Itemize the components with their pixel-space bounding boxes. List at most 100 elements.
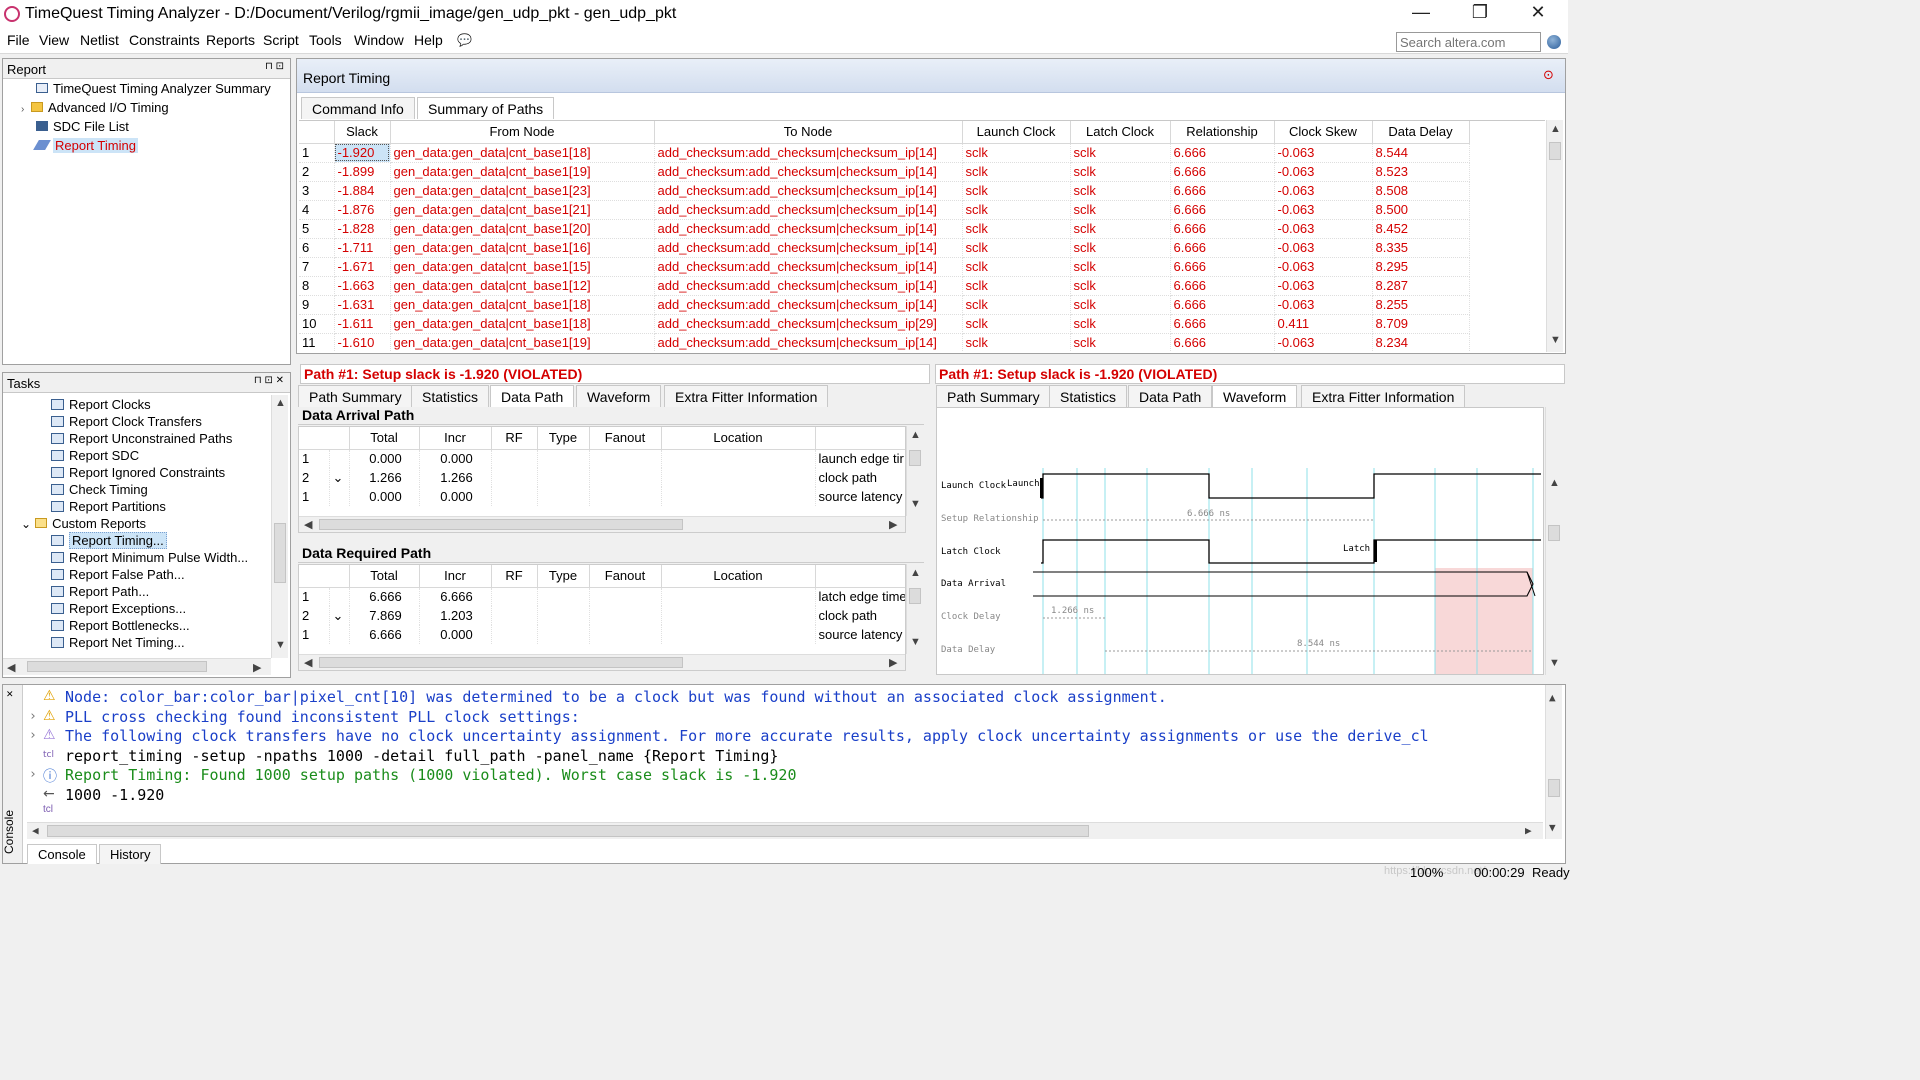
tree-item-advanced-io[interactable]: › Advanced I/O Timing	[21, 100, 169, 115]
menu-constraints[interactable]: Constraints	[129, 32, 200, 48]
column-header-fanout[interactable]: Fanout	[589, 565, 662, 588]
expand-chevron-icon[interactable]	[329, 625, 350, 644]
close-button[interactable]: ✕	[1515, 2, 1561, 26]
chevron-down-icon[interactable]: ⌄	[21, 517, 31, 531]
table-row[interactable]: 7 -1.671 gen_data:gen_data|cnt_base1[15] ad…	[299, 257, 1470, 277]
table-row[interactable]: 2 -1.899 gen_data:gen_data|cnt_base1[19] ad…	[299, 162, 1470, 182]
arrival-hscrollbar[interactable]: ◀ ▶	[299, 516, 905, 532]
task-item[interactable]: Report Path...	[51, 584, 149, 599]
table-row[interactable]: 1 6.666 0.000 source latency	[299, 625, 905, 644]
tab-extra-fitter-information[interactable]: Extra Fitter Information	[1301, 385, 1466, 407]
column-header-index[interactable]	[299, 121, 335, 144]
scroll-up-icon[interactable]: ▲	[1550, 123, 1561, 135]
menu-reports[interactable]: Reports	[206, 32, 255, 48]
tasks-vscrollbar[interactable]: ▲ ▼	[271, 395, 288, 658]
task-item[interactable]: Report Clocks	[51, 397, 151, 412]
column-header-location[interactable]: Location	[661, 427, 816, 450]
table-row[interactable]: 3 -1.884 gen_data:gen_data|cnt_base1[23] ad…	[299, 181, 1470, 201]
scroll-thumb[interactable]	[319, 519, 683, 530]
scroll-up-icon[interactable]: ▲	[1549, 691, 1556, 704]
menu-tools[interactable]: Tools	[309, 32, 342, 48]
tree-item-summary[interactable]: TimeQuest Timing Analyzer Summary	[36, 81, 271, 96]
tab-path-summary[interactable]: Path Summary	[298, 385, 413, 407]
column-header-total[interactable]: Total	[349, 427, 420, 450]
tab-statistics[interactable]: Statistics	[411, 385, 490, 407]
scroll-right-icon[interactable]: ▶	[889, 656, 897, 669]
scroll-thumb[interactable]	[1549, 142, 1561, 160]
task-item[interactable]: Report False Path...	[51, 567, 185, 582]
column-header-slack[interactable]: Slack	[334, 121, 391, 144]
scroll-thumb[interactable]	[1548, 525, 1560, 541]
table-row[interactable]: 11 -1.610 gen_data:gen_data|cnt_base1[19] a…	[299, 333, 1470, 352]
table-row[interactable]: 6 -1.711 gen_data:gen_data|cnt_base1[16] ad…	[299, 238, 1470, 258]
task-item[interactable]: Report Partitions	[51, 499, 166, 514]
tcl-prompt-icon[interactable]: tcl	[43, 804, 53, 815]
task-item[interactable]: Report Exceptions...	[51, 601, 186, 616]
scroll-left-icon[interactable]: ◀	[304, 518, 312, 531]
column-header-index[interactable]	[299, 565, 350, 588]
column-header-clock-skew[interactable]: Clock Skew	[1274, 121, 1373, 144]
column-header-total[interactable]: Total	[349, 565, 420, 588]
tasks-hscrollbar[interactable]: ◀ ▶	[3, 658, 271, 675]
paths-vscrollbar[interactable]: ▲ ▼	[1546, 120, 1563, 352]
column-header-fanout[interactable]: Fanout	[589, 427, 662, 450]
table-row[interactable]: 1 6.666 6.666 latch edge time	[299, 587, 905, 606]
column-header-latch-clock[interactable]: Latch Clock	[1070, 121, 1171, 144]
tab-console[interactable]: Console	[27, 844, 97, 864]
menu-help[interactable]: Help	[414, 32, 443, 48]
tree-item-report-timing[interactable]: Report Timing	[33, 138, 138, 153]
scroll-thumb[interactable]	[274, 523, 286, 583]
menu-netlist[interactable]: Netlist	[80, 32, 119, 48]
scroll-up-icon[interactable]: ▲	[910, 429, 921, 441]
task-item[interactable]: Report Ignored Constraints	[51, 465, 225, 480]
table-row[interactable]: 9 -1.631 gen_data:gen_data|cnt_base1[18] ad…	[299, 295, 1470, 315]
column-header-data-delay[interactable]: Data Delay	[1372, 121, 1470, 144]
tab-extra-fitter-information[interactable]: Extra Fitter Information	[664, 385, 829, 407]
column-header-rf[interactable]: RF	[491, 565, 538, 588]
column-header-relationship[interactable]: Relationship	[1170, 121, 1275, 144]
column-header-element[interactable]	[815, 565, 905, 588]
table-row[interactable]: 1 0.000 0.000 source latency	[299, 487, 905, 506]
tab-data-path[interactable]: Data Path	[1128, 385, 1213, 407]
console-hscrollbar[interactable]: ◀ ▶	[27, 822, 1543, 839]
table-row[interactable]: 10 -1.611 gen_data:gen_data|cnt_base1[18] a…	[299, 314, 1470, 334]
scroll-right-icon[interactable]: ▶	[889, 518, 897, 531]
table-row[interactable]: 4 -1.876 gen_data:gen_data|cnt_base1[21] ad…	[299, 200, 1470, 220]
tree-item-sdc-file-list[interactable]: SDC File List	[36, 119, 129, 134]
tab-path-summary[interactable]: Path Summary	[936, 385, 1051, 407]
scroll-down-icon[interactable]: ▼	[1550, 334, 1561, 346]
task-item[interactable]: Check Timing	[51, 482, 148, 497]
scroll-left-icon[interactable]: ◀	[7, 661, 15, 674]
tab-history[interactable]: History	[99, 844, 162, 864]
chevron-right-icon[interactable]: ›	[29, 767, 37, 782]
scroll-right-icon[interactable]: ▶	[253, 661, 261, 674]
tab-data-path[interactable]: Data Path	[490, 385, 575, 407]
menu-window[interactable]: Window	[354, 32, 404, 48]
waveform-vscrollbar[interactable]: ▲ ▼	[1545, 407, 1562, 675]
expand-chevron-icon[interactable]	[329, 487, 350, 506]
task-item[interactable]: Report Clock Transfers	[51, 414, 202, 429]
scroll-thumb[interactable]	[27, 661, 207, 672]
restore-button[interactable]: ❐	[1457, 2, 1503, 26]
task-item[interactable]: Report Bottlenecks...	[51, 618, 190, 633]
task-item[interactable]: Report SDC	[51, 448, 139, 463]
scroll-up-icon[interactable]: ▲	[910, 567, 921, 579]
scroll-thumb[interactable]	[909, 450, 921, 466]
column-header-from-node[interactable]: From Node	[390, 121, 655, 144]
menu-file[interactable]: File	[7, 32, 30, 48]
expand-chevron-icon[interactable]: ⌄	[329, 468, 350, 487]
menu-view[interactable]: View	[39, 32, 69, 48]
globe-icon[interactable]	[1547, 35, 1561, 49]
tab-command-info[interactable]: Command Info	[301, 97, 415, 119]
column-header-incr[interactable]: Incr	[419, 427, 492, 450]
column-header-to-node[interactable]: To Node	[654, 121, 963, 144]
column-header-type[interactable]: Type	[537, 565, 590, 588]
expand-chevron-icon[interactable]: ⌄	[329, 606, 350, 625]
tab-waveform[interactable]: Waveform	[1212, 385, 1298, 407]
waveform-view[interactable]: Launch Clock Launch Setup Relationship 6…	[936, 407, 1544, 675]
task-item[interactable]: Report Net Timing...	[51, 635, 185, 650]
scroll-down-icon[interactable]: ▼	[910, 498, 921, 510]
scroll-thumb[interactable]	[909, 588, 921, 604]
table-row[interactable]: 2 ⌄ 7.869 1.203 clock path	[299, 606, 905, 625]
table-row[interactable]: 1 -1.920 gen_data:gen_data|cnt_base1[18] ad…	[299, 143, 1470, 163]
